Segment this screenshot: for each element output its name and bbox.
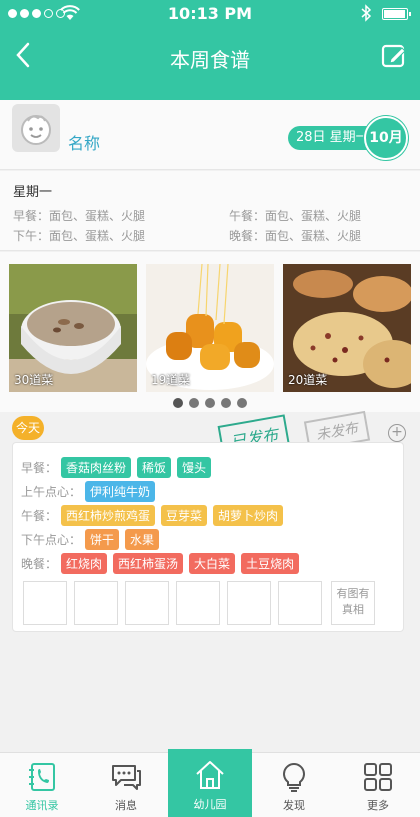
dish-tag[interactable]: 稀饭 (137, 457, 172, 478)
meal-label: 下午点心： (21, 533, 82, 547)
gallery-pager (0, 398, 420, 408)
today-badge: 今天 (12, 416, 44, 440)
tab-kindergarten[interactable]: 幼儿园 (168, 749, 252, 817)
status-bar: 10:13 PM (0, 0, 420, 28)
month-badge[interactable]: 10月 (364, 116, 408, 160)
tab-label: 消息 (115, 799, 137, 812)
morning-snack-row: 上午点心： 伊利纯牛奶 (21, 481, 157, 502)
bulb-icon (283, 762, 305, 792)
dish-tag[interactable]: 红烧肉 (61, 553, 108, 574)
contacts-icon (29, 763, 55, 791)
meal-label: 上午点心： (21, 485, 82, 499)
meal-label: 午餐： (21, 509, 58, 523)
dish-tag[interactable]: 土豆烧肉 (241, 553, 300, 574)
lunch-row: 午餐： 西红柿炒煎鸡蛋 豆芽菜 胡萝卜炒肉 (21, 505, 285, 526)
food-photo[interactable]: 30道菜 (9, 264, 137, 392)
dish-tag[interactable]: 西红柿炒煎鸡蛋 (61, 505, 156, 526)
child-name: 名称 (68, 134, 101, 153)
afternoon-summary: 下午：面包、蛋糕、火腿 (13, 229, 146, 243)
photo-slot[interactable] (23, 581, 67, 625)
tab-label: 幼儿园 (193, 798, 227, 811)
dish-tag[interactable]: 大白菜 (189, 553, 236, 574)
pager-dot[interactable] (173, 398, 183, 408)
avatar[interactable] (12, 104, 60, 152)
battery-icon (382, 8, 411, 20)
photo-slot[interactable] (227, 581, 271, 625)
afternoon-snack-row: 下午点心： 饼干 水果 (21, 529, 161, 550)
dinner-summary: 晚餐：面包、蛋糕、火腿 (229, 229, 362, 243)
food-photo[interactable]: 19道菜 (146, 264, 274, 392)
dinner-row: 晚餐： 红烧肉 西红柿蛋汤 大白菜 土豆烧肉 (21, 553, 301, 574)
app-header: 10:13 PM 本周食谱 (0, 0, 420, 112)
meal-label: 早餐： (21, 461, 58, 475)
dish-tag[interactable]: 饼干 (85, 529, 120, 550)
pager-dot[interactable] (189, 398, 199, 408)
dish-tag[interactable]: 香菇肉丝粉 (61, 457, 132, 478)
photo-slot[interactable] (176, 581, 220, 625)
dish-count: 20道菜 (288, 373, 328, 387)
tab-discover[interactable]: 发现 (252, 753, 336, 817)
bluetooth-icon (361, 4, 372, 22)
pager-dot[interactable] (205, 398, 215, 408)
page-title: 本周食谱 (170, 48, 250, 72)
meal-label: 晚餐： (21, 557, 58, 571)
photo-slot[interactable] (278, 581, 322, 625)
status-time: 10:13 PM (167, 4, 253, 23)
dish-tag[interactable]: 伊利纯牛奶 (85, 481, 156, 502)
tab-label: 通讯录 (25, 799, 59, 812)
tab-label: 发现 (283, 799, 305, 812)
tab-label: 更多 (367, 799, 389, 812)
dish-count: 19道菜 (151, 373, 191, 387)
menu-card: 早餐： 香菇肉丝粉 稀饭 馒头 上午点心： 伊利纯牛奶 午餐： 西红柿炒煎鸡蛋 … (12, 442, 404, 632)
food-photo[interactable]: 20道菜 (283, 264, 411, 392)
pager-dot[interactable] (237, 398, 247, 408)
tab-contacts[interactable]: 通讯录 (0, 753, 84, 817)
dish-tag[interactable]: 西红柿蛋汤 (113, 553, 184, 574)
add-button[interactable]: + (388, 424, 406, 442)
daily-menu-section: 今天 已发布 未发布 + 早餐： 香菇肉丝粉 稀饭 馒头 上午点心： 伊利纯牛奶… (0, 410, 420, 632)
lunch-summary: 午餐：面包、蛋糕、火腿 (229, 209, 362, 223)
breakfast-summary: 早餐：面包、蛋糕、火腿 (13, 209, 146, 223)
tab-more[interactable]: 更多 (336, 753, 420, 817)
day-summary: 星期一 早餐：面包、蛋糕、火腿 午餐：面包、蛋糕、火腿 下午：面包、蛋糕、火腿 … (0, 171, 420, 251)
breakfast-row: 早餐： 香菇肉丝粉 稀饭 馒头 (21, 457, 213, 478)
photo-slot[interactable] (125, 581, 169, 625)
pager-dot[interactable] (221, 398, 231, 408)
dish-tag[interactable]: 豆芽菜 (161, 505, 208, 526)
grid-icon (364, 763, 392, 791)
dish-count: 30道菜 (14, 373, 54, 387)
photo-slot[interactable] (74, 581, 118, 625)
tab-messages[interactable]: 消息 (84, 753, 168, 817)
weekday-label: 星期一 (13, 185, 53, 200)
food-gallery: 30道菜 19道菜 20道菜 (0, 252, 420, 412)
edit-button[interactable] (380, 42, 408, 70)
dish-tag[interactable]: 胡萝卜炒肉 (213, 505, 284, 526)
dish-tag[interactable]: 水果 (125, 529, 160, 550)
home-icon (196, 761, 224, 789)
tab-bar: 通讯录 消息 幼儿园 发现 更多 (0, 749, 420, 817)
more-photos-button[interactable]: 有图有真相 (331, 581, 375, 625)
message-icon (112, 765, 141, 790)
child-face-icon (21, 115, 51, 145)
dish-tag[interactable]: 馒头 (177, 457, 212, 478)
